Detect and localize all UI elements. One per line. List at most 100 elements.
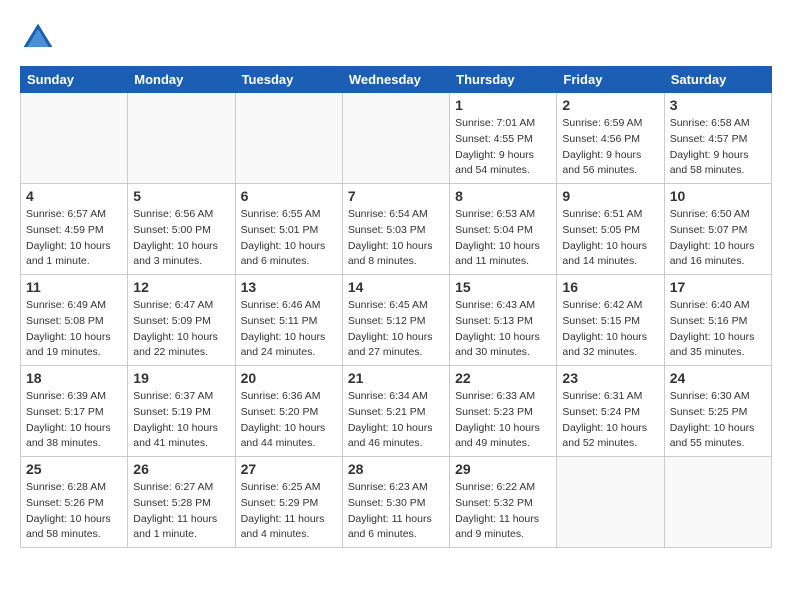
day-number: 4 [26, 188, 122, 204]
calendar-cell [664, 457, 771, 548]
day-number: 11 [26, 279, 122, 295]
calendar-cell: 29 Sunrise: 6:22 AMSunset: 5:32 PMDayligh… [450, 457, 557, 548]
day-info: Sunrise: 6:37 AMSunset: 5:19 PMDaylight:… [133, 389, 229, 452]
day-info: Sunrise: 6:50 AMSunset: 5:07 PMDaylight:… [670, 207, 766, 270]
day-number: 28 [348, 461, 444, 477]
day-info: Sunrise: 6:45 AMSunset: 5:12 PMDaylight:… [348, 298, 444, 361]
calendar-cell [21, 93, 128, 184]
column-header-tuesday: Tuesday [235, 67, 342, 93]
day-info: Sunrise: 6:23 AMSunset: 5:30 PMDaylight:… [348, 480, 444, 543]
calendar-cell: 5 Sunrise: 6:56 AMSunset: 5:00 PMDaylight… [128, 184, 235, 275]
calendar-week-row: 11 Sunrise: 6:49 AMSunset: 5:08 PMDayligh… [21, 275, 772, 366]
day-number: 10 [670, 188, 766, 204]
day-info: Sunrise: 6:51 AMSunset: 5:05 PMDaylight:… [562, 207, 658, 270]
column-header-saturday: Saturday [664, 67, 771, 93]
calendar-cell: 26 Sunrise: 6:27 AMSunset: 5:28 PMDayligh… [128, 457, 235, 548]
day-info: Sunrise: 6:47 AMSunset: 5:09 PMDaylight:… [133, 298, 229, 361]
day-info: Sunrise: 6:39 AMSunset: 5:17 PMDaylight:… [26, 389, 122, 452]
day-info: Sunrise: 6:58 AMSunset: 4:57 PMDaylight:… [670, 116, 766, 179]
day-info: Sunrise: 6:53 AMSunset: 5:04 PMDaylight:… [455, 207, 551, 270]
day-info: Sunrise: 6:34 AMSunset: 5:21 PMDaylight:… [348, 389, 444, 452]
day-number: 29 [455, 461, 551, 477]
calendar-cell: 19 Sunrise: 6:37 AMSunset: 5:19 PMDayligh… [128, 366, 235, 457]
day-info: Sunrise: 6:42 AMSunset: 5:15 PMDaylight:… [562, 298, 658, 361]
calendar-cell [235, 93, 342, 184]
column-header-friday: Friday [557, 67, 664, 93]
calendar-week-row: 1 Sunrise: 7:01 AMSunset: 4:55 PMDaylight… [21, 93, 772, 184]
day-info: Sunrise: 6:43 AMSunset: 5:13 PMDaylight:… [455, 298, 551, 361]
calendar-cell [557, 457, 664, 548]
day-info: Sunrise: 6:59 AMSunset: 4:56 PMDaylight:… [562, 116, 658, 179]
day-number: 7 [348, 188, 444, 204]
logo [20, 20, 62, 56]
calendar-table: SundayMondayTuesdayWednesdayThursdayFrid… [20, 66, 772, 548]
calendar-cell: 2 Sunrise: 6:59 AMSunset: 4:56 PMDaylight… [557, 93, 664, 184]
calendar-cell: 10 Sunrise: 6:50 AMSunset: 5:07 PMDayligh… [664, 184, 771, 275]
day-number: 6 [241, 188, 337, 204]
calendar-week-row: 18 Sunrise: 6:39 AMSunset: 5:17 PMDayligh… [21, 366, 772, 457]
calendar-cell: 12 Sunrise: 6:47 AMSunset: 5:09 PMDayligh… [128, 275, 235, 366]
calendar-cell: 6 Sunrise: 6:55 AMSunset: 5:01 PMDaylight… [235, 184, 342, 275]
day-info: Sunrise: 6:25 AMSunset: 5:29 PMDaylight:… [241, 480, 337, 543]
calendar-cell: 16 Sunrise: 6:42 AMSunset: 5:15 PMDayligh… [557, 275, 664, 366]
day-number: 2 [562, 97, 658, 113]
column-header-wednesday: Wednesday [342, 67, 449, 93]
calendar-cell: 25Sunrise: 6:28 AMSunset: 5:26 PMDayligh… [21, 457, 128, 548]
calendar-cell: 17Sunrise: 6:40 AMSunset: 5:16 PMDayligh… [664, 275, 771, 366]
day-number: 16 [562, 279, 658, 295]
day-info: Sunrise: 6:27 AMSunset: 5:28 PMDaylight:… [133, 480, 229, 543]
logo-icon [20, 20, 56, 56]
day-number: 12 [133, 279, 229, 295]
calendar-cell: 20 Sunrise: 6:36 AMSunset: 5:20 PMDayligh… [235, 366, 342, 457]
day-number: 22 [455, 370, 551, 386]
calendar-cell: 18 Sunrise: 6:39 AMSunset: 5:17 PMDayligh… [21, 366, 128, 457]
day-number: 1 [455, 97, 551, 113]
calendar-cell: 3 Sunrise: 6:58 AMSunset: 4:57 PMDaylight… [664, 93, 771, 184]
column-header-sunday: Sunday [21, 67, 128, 93]
day-info: Sunrise: 6:49 AMSunset: 5:08 PMDaylight:… [26, 298, 122, 361]
day-number: 20 [241, 370, 337, 386]
calendar-cell: 8 Sunrise: 6:53 AMSunset: 5:04 PMDaylight… [450, 184, 557, 275]
day-info: Sunrise: 6:22 AMSunset: 5:32 PMDaylight:… [455, 480, 551, 543]
calendar-cell: 21 Sunrise: 6:34 AMSunset: 5:21 PMDayligh… [342, 366, 449, 457]
day-info: Sunrise: 7:01 AMSunset: 4:55 PMDaylight:… [455, 116, 551, 179]
calendar-cell: 22Sunrise: 6:33 AMSunset: 5:23 PMDayligh… [450, 366, 557, 457]
calendar-cell: 15 Sunrise: 6:43 AMSunset: 5:13 PMDayligh… [450, 275, 557, 366]
calendar-cell: 13 Sunrise: 6:46 AMSunset: 5:11 PMDayligh… [235, 275, 342, 366]
day-number: 8 [455, 188, 551, 204]
calendar-header-row: SundayMondayTuesdayWednesdayThursdayFrid… [21, 67, 772, 93]
calendar-cell: 27 Sunrise: 6:25 AMSunset: 5:29 PMDayligh… [235, 457, 342, 548]
calendar-cell: 28 Sunrise: 6:23 AMSunset: 5:30 PMDayligh… [342, 457, 449, 548]
day-info: Sunrise: 6:30 AMSunset: 5:25 PMDaylight:… [670, 389, 766, 452]
day-number: 21 [348, 370, 444, 386]
day-number: 24 [670, 370, 766, 386]
calendar-week-row: 25Sunrise: 6:28 AMSunset: 5:26 PMDayligh… [21, 457, 772, 548]
calendar-week-row: 4 Sunrise: 6:57 AMSunset: 4:59 PMDaylight… [21, 184, 772, 275]
day-info: Sunrise: 6:36 AMSunset: 5:20 PMDaylight:… [241, 389, 337, 452]
day-info: Sunrise: 6:56 AMSunset: 5:00 PMDaylight:… [133, 207, 229, 270]
day-number: 26 [133, 461, 229, 477]
day-number: 19 [133, 370, 229, 386]
day-number: 3 [670, 97, 766, 113]
day-number: 9 [562, 188, 658, 204]
calendar-cell: 1 Sunrise: 7:01 AMSunset: 4:55 PMDaylight… [450, 93, 557, 184]
calendar-cell [342, 93, 449, 184]
calendar-cell: 9 Sunrise: 6:51 AMSunset: 5:05 PMDaylight… [557, 184, 664, 275]
day-number: 5 [133, 188, 229, 204]
day-info: Sunrise: 6:46 AMSunset: 5:11 PMDaylight:… [241, 298, 337, 361]
day-info: Sunrise: 6:40 AMSunset: 5:16 PMDaylight:… [670, 298, 766, 361]
column-header-thursday: Thursday [450, 67, 557, 93]
calendar-cell: 24 Sunrise: 6:30 AMSunset: 5:25 PMDayligh… [664, 366, 771, 457]
day-number: 14 [348, 279, 444, 295]
calendar-cell: 14 Sunrise: 6:45 AMSunset: 5:12 PMDayligh… [342, 275, 449, 366]
day-number: 18 [26, 370, 122, 386]
day-number: 27 [241, 461, 337, 477]
calendar-cell: 4 Sunrise: 6:57 AMSunset: 4:59 PMDaylight… [21, 184, 128, 275]
day-number: 13 [241, 279, 337, 295]
day-number: 15 [455, 279, 551, 295]
day-info: Sunrise: 6:55 AMSunset: 5:01 PMDaylight:… [241, 207, 337, 270]
calendar-cell [128, 93, 235, 184]
calendar-cell: 23Sunrise: 6:31 AMSunset: 5:24 PMDayligh… [557, 366, 664, 457]
calendar-cell: 11 Sunrise: 6:49 AMSunset: 5:08 PMDayligh… [21, 275, 128, 366]
day-info: Sunrise: 6:57 AMSunset: 4:59 PMDaylight:… [26, 207, 122, 270]
